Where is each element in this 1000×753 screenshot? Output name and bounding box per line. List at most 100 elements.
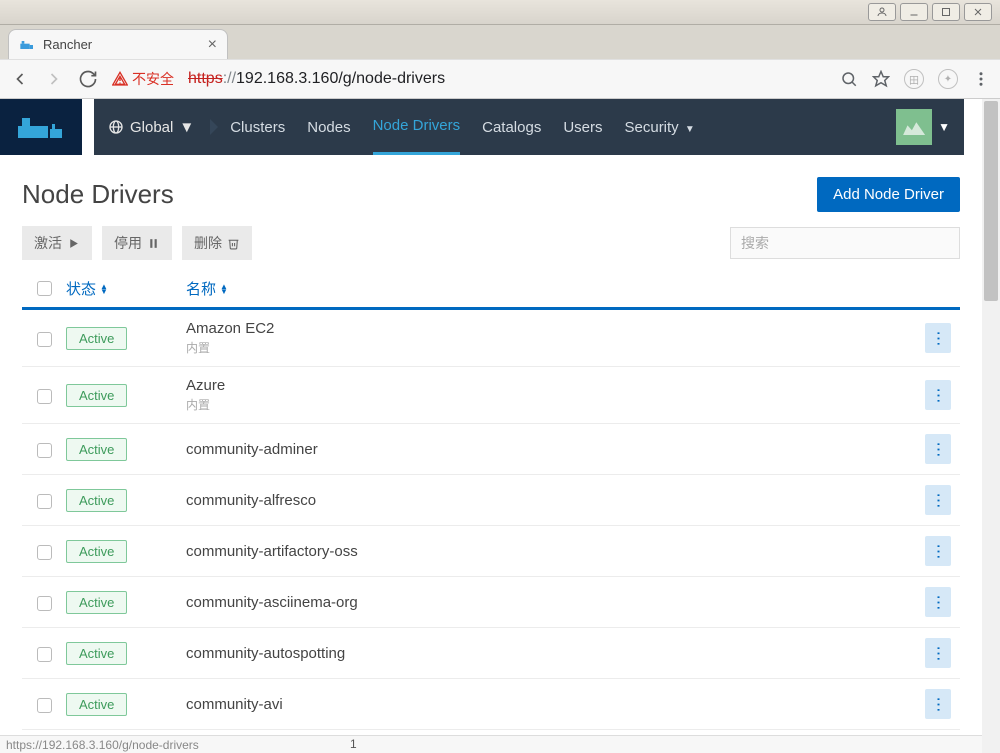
scrollbar-thumb[interactable] [984,101,998,301]
table-row: ActiveAmazon EC2内置⋯ [22,310,960,367]
vertical-scrollbar[interactable] [982,99,1000,735]
activate-label: 激活 [34,233,62,253]
reload-button[interactable] [78,69,98,89]
window-titlebar [0,0,1000,25]
kebab-icon: ⋯ [928,331,948,346]
row-name-cell: Azure 内置 [186,377,916,413]
row-checkbox[interactable] [37,647,52,662]
builtin-label: 内置 [186,396,916,413]
row-select-cell [22,695,66,713]
status-badge: Active [66,591,127,614]
row-name-cell: community-asciinema-org [186,594,916,611]
row-actions-menu[interactable]: ⋯ [925,587,951,617]
nav-node-drivers[interactable]: Node Drivers [373,99,461,155]
page-viewport: Global ▼ Clusters Nodes Node Drivers Cat… [0,99,1000,753]
insecure-warning[interactable]: 不安全 [112,69,174,89]
back-button[interactable] [10,69,30,89]
chevron-down-icon: ▼ [685,124,695,135]
tab-close-icon[interactable]: × [208,36,217,54]
driver-name: Amazon EC2 [186,320,916,337]
chevron-down-icon: ▼ [938,120,950,134]
bookmark-star-icon[interactable] [872,70,890,88]
browser-tab[interactable]: Rancher × [8,29,228,59]
status-badge: Active [66,540,127,563]
url-separator: :// [223,70,236,88]
row-checkbox[interactable] [37,332,52,347]
table-row: ActiveAzure 内置 ⋯ [22,367,960,424]
row-actions-menu[interactable]: ⋯ [925,638,951,668]
deactivate-button[interactable]: 停用 [102,226,172,260]
row-actions-cell: ⋯ [916,380,960,410]
status-badge: Active [66,438,127,461]
col-name-header[interactable]: 名称▲▼ [186,278,916,299]
driver-name: community-alfresco [186,492,916,509]
col-name-label: 名称 [186,278,216,299]
close-window-button[interactable] [964,3,992,21]
row-checkbox[interactable] [37,698,52,713]
cow-logo-icon [16,112,66,142]
deactivate-label: 停用 [114,233,142,253]
row-actions-menu[interactable]: ⋯ [925,434,951,464]
rancher-logo[interactable] [0,99,82,155]
row-actions-menu[interactable]: ⋯ [925,689,951,719]
row-actions-cell: ⋯ [916,587,960,617]
rancher-favicon-icon [19,37,35,53]
page-title: Node Drivers [22,179,174,210]
browser-status-bar: https://192.168.3.160/g/node-drivers [0,735,982,753]
row-select-cell [22,491,66,509]
search-input[interactable] [730,227,960,259]
row-actions-menu[interactable]: ⋯ [925,380,951,410]
driver-name: Azure [186,377,916,394]
row-status-cell: Active [66,693,186,716]
row-status-cell: Active [66,327,186,350]
delete-button[interactable]: 删除 [182,226,252,260]
nav-users[interactable]: Users [563,101,602,154]
row-checkbox[interactable] [37,596,52,611]
maximize-window-button[interactable] [932,3,960,21]
nav-catalogs[interactable]: Catalogs [482,101,541,154]
row-checkbox[interactable] [37,443,52,458]
user-avatar [896,109,932,145]
status-badge: Active [66,693,127,716]
nav-clusters[interactable]: Clusters [230,101,285,154]
row-status-cell: Active [66,642,186,665]
scope-label: Global [130,119,173,136]
zoom-icon[interactable] [840,70,858,88]
kebab-icon: ⋯ [928,388,948,403]
row-actions-menu[interactable]: ⋯ [925,485,951,515]
row-actions-cell: ⋯ [916,536,960,566]
forward-button[interactable] [44,69,64,89]
warning-triangle-icon [112,71,128,87]
user-menu[interactable]: ▼ [896,109,950,145]
select-all-checkbox[interactable] [37,281,52,296]
row-actions-cell: ⋯ [916,485,960,515]
row-actions-menu[interactable]: ⋯ [925,323,951,353]
row-checkbox[interactable] [37,389,52,404]
table-row: Activecommunity-alfresco⋯ [22,475,960,526]
browser-menu-icon[interactable] [972,70,990,88]
bulk-action-toolbar: 激活 停用 删除 [0,226,982,270]
row-actions-cell: ⋯ [916,689,960,719]
extension-icon-1[interactable]: 田 [904,69,924,89]
nav-security[interactable]: Security ▼ [625,101,695,154]
col-status-header[interactable]: 状态▲▼ [66,278,186,299]
nav-nodes[interactable]: Nodes [307,101,350,154]
url-display[interactable]: https://192.168.3.160/g/node-drivers [188,70,826,88]
row-checkbox[interactable] [37,545,52,560]
status-page-number: 1 [350,735,357,753]
minimize-window-button[interactable] [900,3,928,21]
nav-security-label: Security [625,119,679,136]
row-status-cell: Active [66,384,186,407]
row-checkbox[interactable] [37,494,52,509]
user-window-icon[interactable] [868,3,896,21]
url-protocol: https [188,70,223,88]
activate-button[interactable]: 激活 [22,226,92,260]
select-all-cell [22,281,66,296]
row-actions-menu[interactable]: ⋯ [925,536,951,566]
add-node-driver-button[interactable]: Add Node Driver [817,177,960,212]
drivers-table: 状态▲▼ 名称▲▼ ActiveAmazon EC2内置⋯ActiveAzure… [0,270,982,730]
row-select-cell [22,644,66,662]
scope-selector[interactable]: Global ▼ [108,119,208,136]
extension-icon-2[interactable]: ✦ [938,69,958,89]
sort-icon: ▲▼ [100,284,108,294]
